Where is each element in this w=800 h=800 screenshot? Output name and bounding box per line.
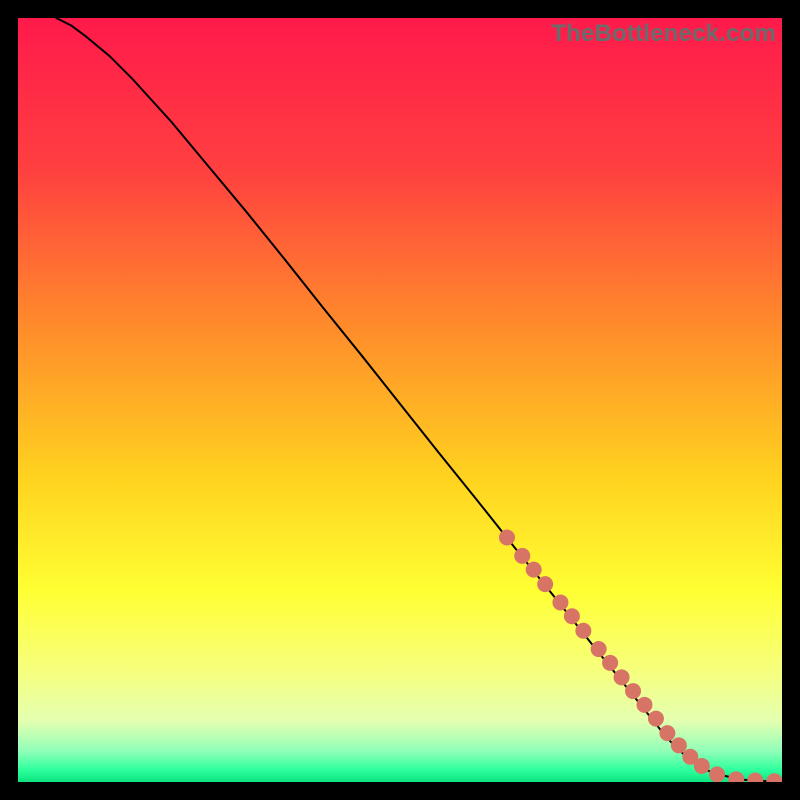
highlight-dot: [694, 758, 710, 774]
highlight-dot: [671, 737, 687, 753]
highlight-dot: [537, 576, 553, 592]
gradient-background: [18, 18, 782, 782]
highlight-dot: [564, 608, 580, 624]
highlight-dot: [636, 697, 652, 713]
highlight-dot: [552, 594, 568, 610]
highlight-dot: [602, 655, 618, 671]
highlight-dot: [625, 683, 641, 699]
highlight-dot: [499, 530, 515, 546]
highlight-dot: [514, 548, 530, 564]
highlight-dot: [614, 669, 630, 685]
highlight-dot: [659, 725, 675, 741]
chart-plot-area: TheBottleneck.com: [18, 18, 782, 782]
highlight-dot: [709, 766, 725, 782]
highlight-dot: [526, 562, 542, 578]
highlight-dot: [648, 711, 664, 727]
highlight-dot: [591, 641, 607, 657]
chart-stage: TheBottleneck.com: [0, 0, 800, 800]
highlight-dot: [575, 623, 591, 639]
chart-svg: [18, 18, 782, 782]
